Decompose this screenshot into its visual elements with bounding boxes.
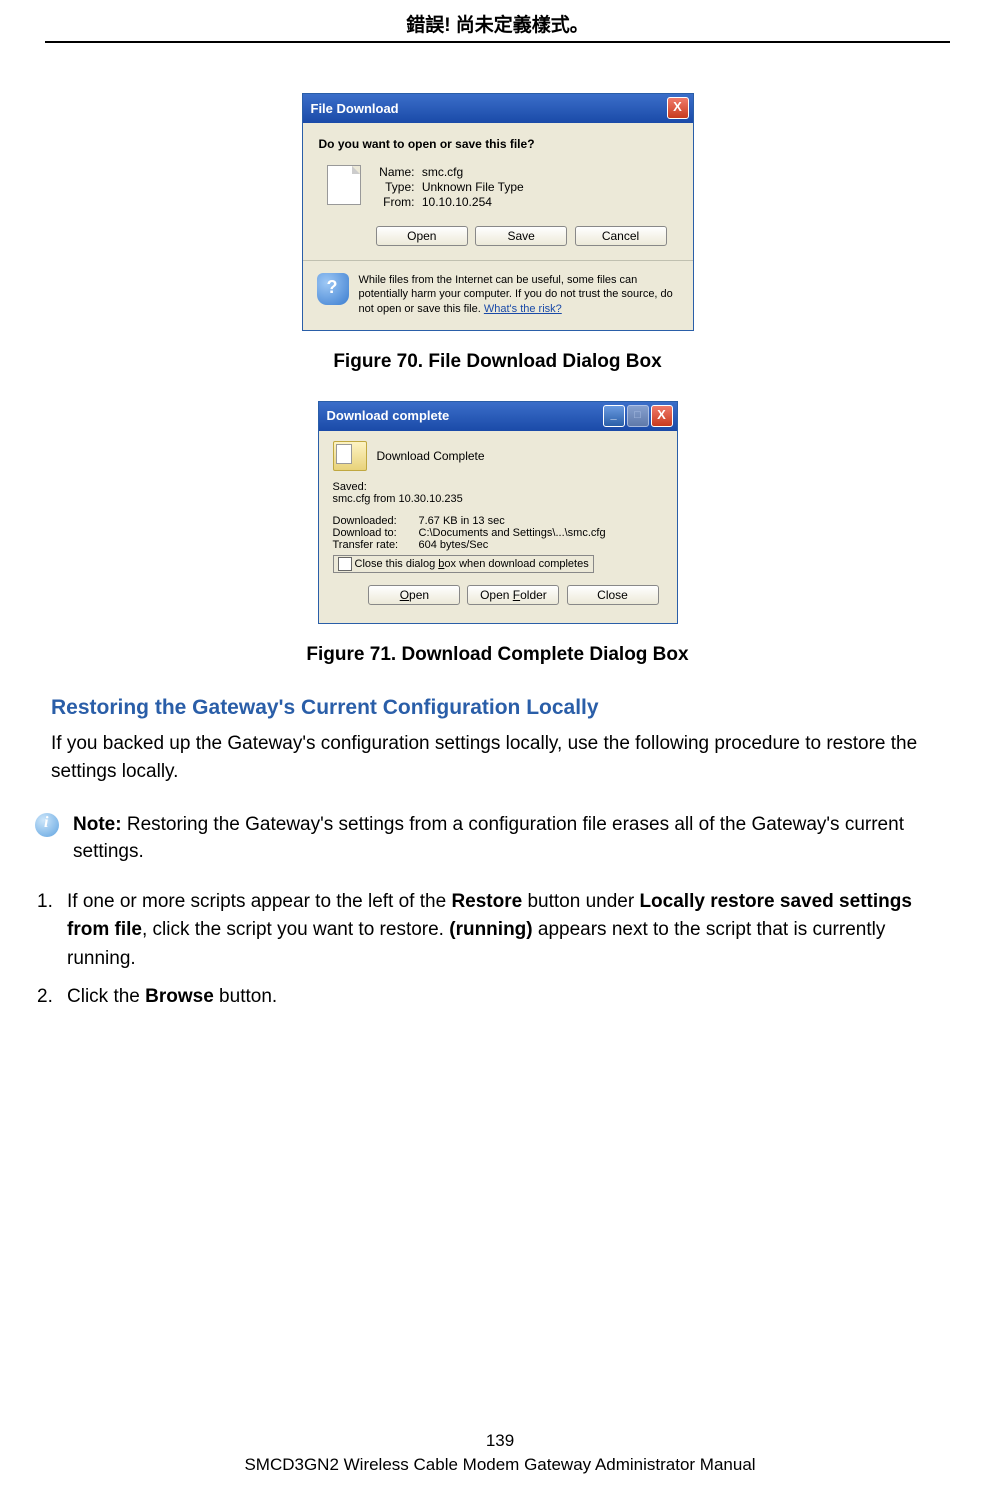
cancel-button[interactable]: Cancel — [575, 226, 667, 246]
close-checkbox-row[interactable]: Close this dialog box when download comp… — [333, 555, 594, 573]
transfer-value: 604 bytes/Sec — [419, 539, 489, 551]
figure-71-caption: Figure 71. Download Complete Dialog Box — [45, 644, 950, 666]
page-header: 錯誤! 尚未定義樣式。 — [45, 10, 950, 37]
note-block: Note: Restoring the Gateway's settings f… — [45, 811, 944, 866]
dialog-titlebar: File Download X — [303, 94, 693, 123]
close-button[interactable]: Close — [567, 585, 659, 605]
figure-71-container: Download complete _ □ X Download Complet… — [45, 401, 950, 624]
downloaded-label: Downloaded: — [333, 515, 419, 527]
warning-text: While files from the Internet can be use… — [359, 273, 679, 316]
intro-paragraph: If you backed up the Gateway's configura… — [51, 730, 944, 787]
list-item: 1. If one or more scripts appear to the … — [51, 888, 944, 974]
close-icon[interactable]: X — [667, 97, 689, 119]
info-icon — [35, 813, 59, 837]
download-to-label: Download to: — [333, 527, 419, 539]
type-label: Type: — [375, 180, 415, 194]
name-label: Name: — [375, 165, 415, 179]
figure-70-caption: Figure 70. File Download Dialog Box — [45, 351, 950, 373]
risk-link[interactable]: What's the risk? — [484, 303, 562, 315]
file-download-dialog: File Download X Do you want to open or s… — [302, 93, 694, 331]
download-complete-label: Download Complete — [377, 449, 485, 463]
download-to-value: C:\Documents and Settings\...\smc.cfg — [419, 527, 606, 539]
figure-70-container: File Download X Do you want to open or s… — [45, 83, 950, 331]
maximize-icon: □ — [627, 405, 649, 427]
checkbox-icon[interactable] — [338, 557, 352, 571]
type-value: Unknown File Type — [422, 180, 524, 194]
minimize-icon[interactable]: _ — [603, 405, 625, 427]
header-rule — [45, 41, 950, 43]
page-number: 139 — [0, 1431, 1000, 1451]
dialog2-title: Download complete — [327, 408, 450, 423]
download-icon — [333, 441, 367, 471]
close-icon[interactable]: X — [651, 405, 673, 427]
dialog-title: File Download — [311, 101, 399, 116]
numbered-list: 1. If one or more scripts appear to the … — [51, 888, 944, 1012]
transfer-label: Transfer rate: — [333, 539, 419, 551]
note-text: Note: Restoring the Gateway's settings f… — [73, 811, 944, 866]
open-button[interactable]: Open — [368, 585, 460, 605]
saved-info: Saved: smc.cfg from 10.30.10.235 — [333, 481, 663, 505]
from-label: From: — [375, 195, 415, 209]
dialog2-titlebar: Download complete _ □ X — [319, 402, 677, 431]
name-value: smc.cfg — [422, 165, 463, 179]
shield-icon — [317, 273, 349, 305]
open-folder-button[interactable]: Open Folder — [467, 585, 559, 605]
warning-panel: While files from the Internet can be use… — [303, 260, 693, 330]
prompt-text: Do you want to open or save this file? — [319, 137, 677, 151]
downloaded-value: 7.67 KB in 13 sec — [419, 515, 505, 527]
file-icon — [327, 165, 361, 205]
list-item: 2. Click the Browse button. — [51, 983, 944, 1012]
open-button[interactable]: Open — [376, 226, 468, 246]
page-footer: 139 SMCD3GN2 Wireless Cable Modem Gatewa… — [0, 1431, 1000, 1475]
from-value: 10.10.10.254 — [422, 195, 492, 209]
save-button[interactable]: Save — [475, 226, 567, 246]
file-details: Name: smc.cfg Type: Unknown File Type Fr… — [375, 165, 524, 210]
manual-title: SMCD3GN2 Wireless Cable Modem Gateway Ad… — [0, 1455, 1000, 1475]
download-complete-dialog: Download complete _ □ X Download Complet… — [318, 401, 678, 624]
section-heading: Restoring the Gateway's Current Configur… — [51, 696, 950, 720]
